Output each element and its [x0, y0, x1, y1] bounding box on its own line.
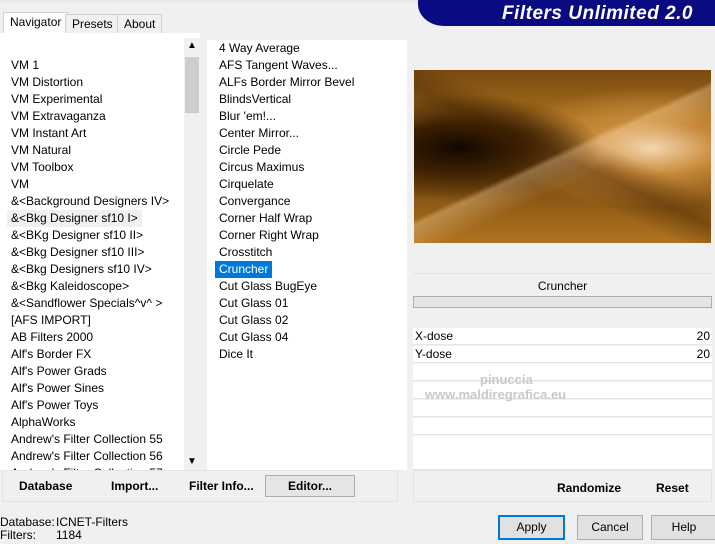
filter-item[interactable]: Circus Maximus [215, 159, 407, 176]
watermark-line2: www.maldiregrafica.eu [425, 387, 567, 402]
category-item[interactable]: &<Bkg Designers sf10 IV> [7, 261, 183, 278]
filter-item[interactable]: Center Mirror... [215, 125, 407, 142]
filter-item[interactable]: Blur 'em!... [215, 108, 407, 125]
right-button-bar: Randomize Reset [413, 470, 712, 502]
category-item[interactable]: Alf's Power Grads [7, 363, 183, 380]
category-item[interactable]: Alf's Border FX [7, 346, 183, 363]
filter-item[interactable]: Dice It [215, 346, 407, 363]
category-item[interactable]: VM Instant Art [7, 125, 183, 142]
filter-item[interactable]: 4 Way Average [215, 40, 407, 57]
category-item[interactable]: VM Distortion [7, 74, 183, 91]
category-item[interactable]: Alf's Power Toys [7, 397, 183, 414]
category-item[interactable]: VM Toolbox [7, 159, 183, 176]
status-info: Database:ICNET-Filters Filters: 1184 [0, 516, 128, 542]
scroll-up-icon[interactable]: ▲ [184, 38, 200, 54]
param-empty [413, 418, 712, 435]
scroll-down-icon[interactable]: ▼ [184, 454, 200, 470]
category-item[interactable]: &<Sandflower Specials^v^ > [7, 295, 183, 312]
help-button[interactable]: Help [651, 515, 715, 540]
filter-item[interactable]: Cut Glass BugEye [215, 278, 407, 295]
category-item[interactable]: VM [7, 176, 183, 193]
status-filters-value: 1184 [56, 528, 82, 542]
param-x-dose[interactable]: X-dose 20 [413, 328, 712, 345]
param-value: 20 [696, 347, 710, 361]
filter-progress-bar [413, 296, 712, 308]
editor-button[interactable]: Editor... [265, 475, 356, 497]
filter-list[interactable]: 4 Way Average AFS Tangent Waves... ALFs Bo… [207, 40, 407, 470]
status-database-value: ICNET-Filters [56, 515, 128, 529]
filter-item[interactable]: Corner Half Wrap [215, 210, 407, 227]
param-value: 20 [696, 329, 710, 343]
filter-item[interactable]: ALFs Border Mirror Bevel [215, 74, 407, 91]
app-title-banner: Filters Unlimited 2.0 [418, 0, 715, 26]
preview-image [414, 70, 711, 243]
category-list[interactable]: VM 1 VM Distortion VM Experimental VM Extra… [7, 57, 183, 470]
category-item[interactable]: Andrew's Filter Collection 56 [7, 448, 183, 465]
filter-info-button[interactable]: Filter Info... [189, 479, 254, 493]
watermark: pinuccia www.maldiregrafica.eu [425, 372, 566, 402]
category-item[interactable]: VM Extravaganza [7, 108, 183, 125]
reset-button[interactable]: Reset [656, 481, 689, 495]
param-label: X-dose [415, 329, 454, 343]
tab-presets[interactable]: Presets [65, 14, 120, 33]
category-item[interactable]: &<Background Designers IV> [7, 193, 183, 210]
category-item[interactable]: VM 1 [7, 57, 183, 74]
param-label: Y-dose [415, 347, 452, 361]
category-item[interactable]: AB Filters 2000 [7, 329, 183, 346]
tab-about[interactable]: About [117, 14, 163, 33]
filter-name-label: Cruncher [413, 273, 712, 297]
filter-item[interactable]: BlindsVertical [215, 91, 407, 108]
apply-button[interactable]: Apply [498, 515, 565, 540]
param-y-dose[interactable]: Y-dose 20 [413, 346, 712, 363]
filter-item[interactable]: Cruncher [215, 261, 273, 278]
scrollbar-thumb[interactable] [185, 57, 199, 113]
filter-item[interactable]: Cut Glass 02 [215, 312, 407, 329]
category-item[interactable]: VM Experimental [7, 91, 183, 108]
left-button-bar: Database Import... Filter Info... Editor… [2, 470, 398, 502]
category-item[interactable]: Andrew's Filter Collection 55 [7, 431, 183, 448]
category-item[interactable]: [AFS IMPORT] [7, 312, 183, 329]
status-filters-label: Filters: [0, 528, 36, 542]
param-empty [413, 400, 712, 417]
tab-navigator[interactable]: Navigator [3, 12, 69, 34]
filter-item[interactable]: Crosstitch [215, 244, 407, 261]
category-item[interactable]: AlphaWorks [7, 414, 183, 431]
category-item[interactable]: &<Bkg Designer sf10 I> [7, 210, 142, 227]
category-item[interactable]: VM Natural [7, 142, 183, 159]
import-button[interactable]: Import... [111, 479, 158, 493]
filter-item[interactable]: AFS Tangent Waves... [215, 57, 407, 74]
filter-item[interactable]: Convergance [215, 193, 407, 210]
param-empty [413, 436, 712, 470]
category-item[interactable]: Alf's Power Sines [7, 380, 183, 397]
category-item[interactable]: &<Bkg Kaleidoscope> [7, 278, 183, 295]
filter-item[interactable]: Cut Glass 01 [215, 295, 407, 312]
category-item[interactable]: &<BKg Designer sf10 II> [7, 227, 183, 244]
cancel-button[interactable]: Cancel [577, 515, 643, 540]
randomize-button[interactable]: Randomize [557, 481, 621, 495]
category-item[interactable]: &<Bkg Designer sf10 III> [7, 244, 183, 261]
filter-item[interactable]: Corner Right Wrap [215, 227, 407, 244]
filter-item[interactable]: Circle Pede [215, 142, 407, 159]
filter-item[interactable]: Cut Glass 04 [215, 329, 407, 346]
filter-item[interactable]: Cirquelate [215, 176, 407, 193]
database-button[interactable]: Database [19, 479, 72, 493]
watermark-line1: pinuccia [480, 372, 533, 387]
